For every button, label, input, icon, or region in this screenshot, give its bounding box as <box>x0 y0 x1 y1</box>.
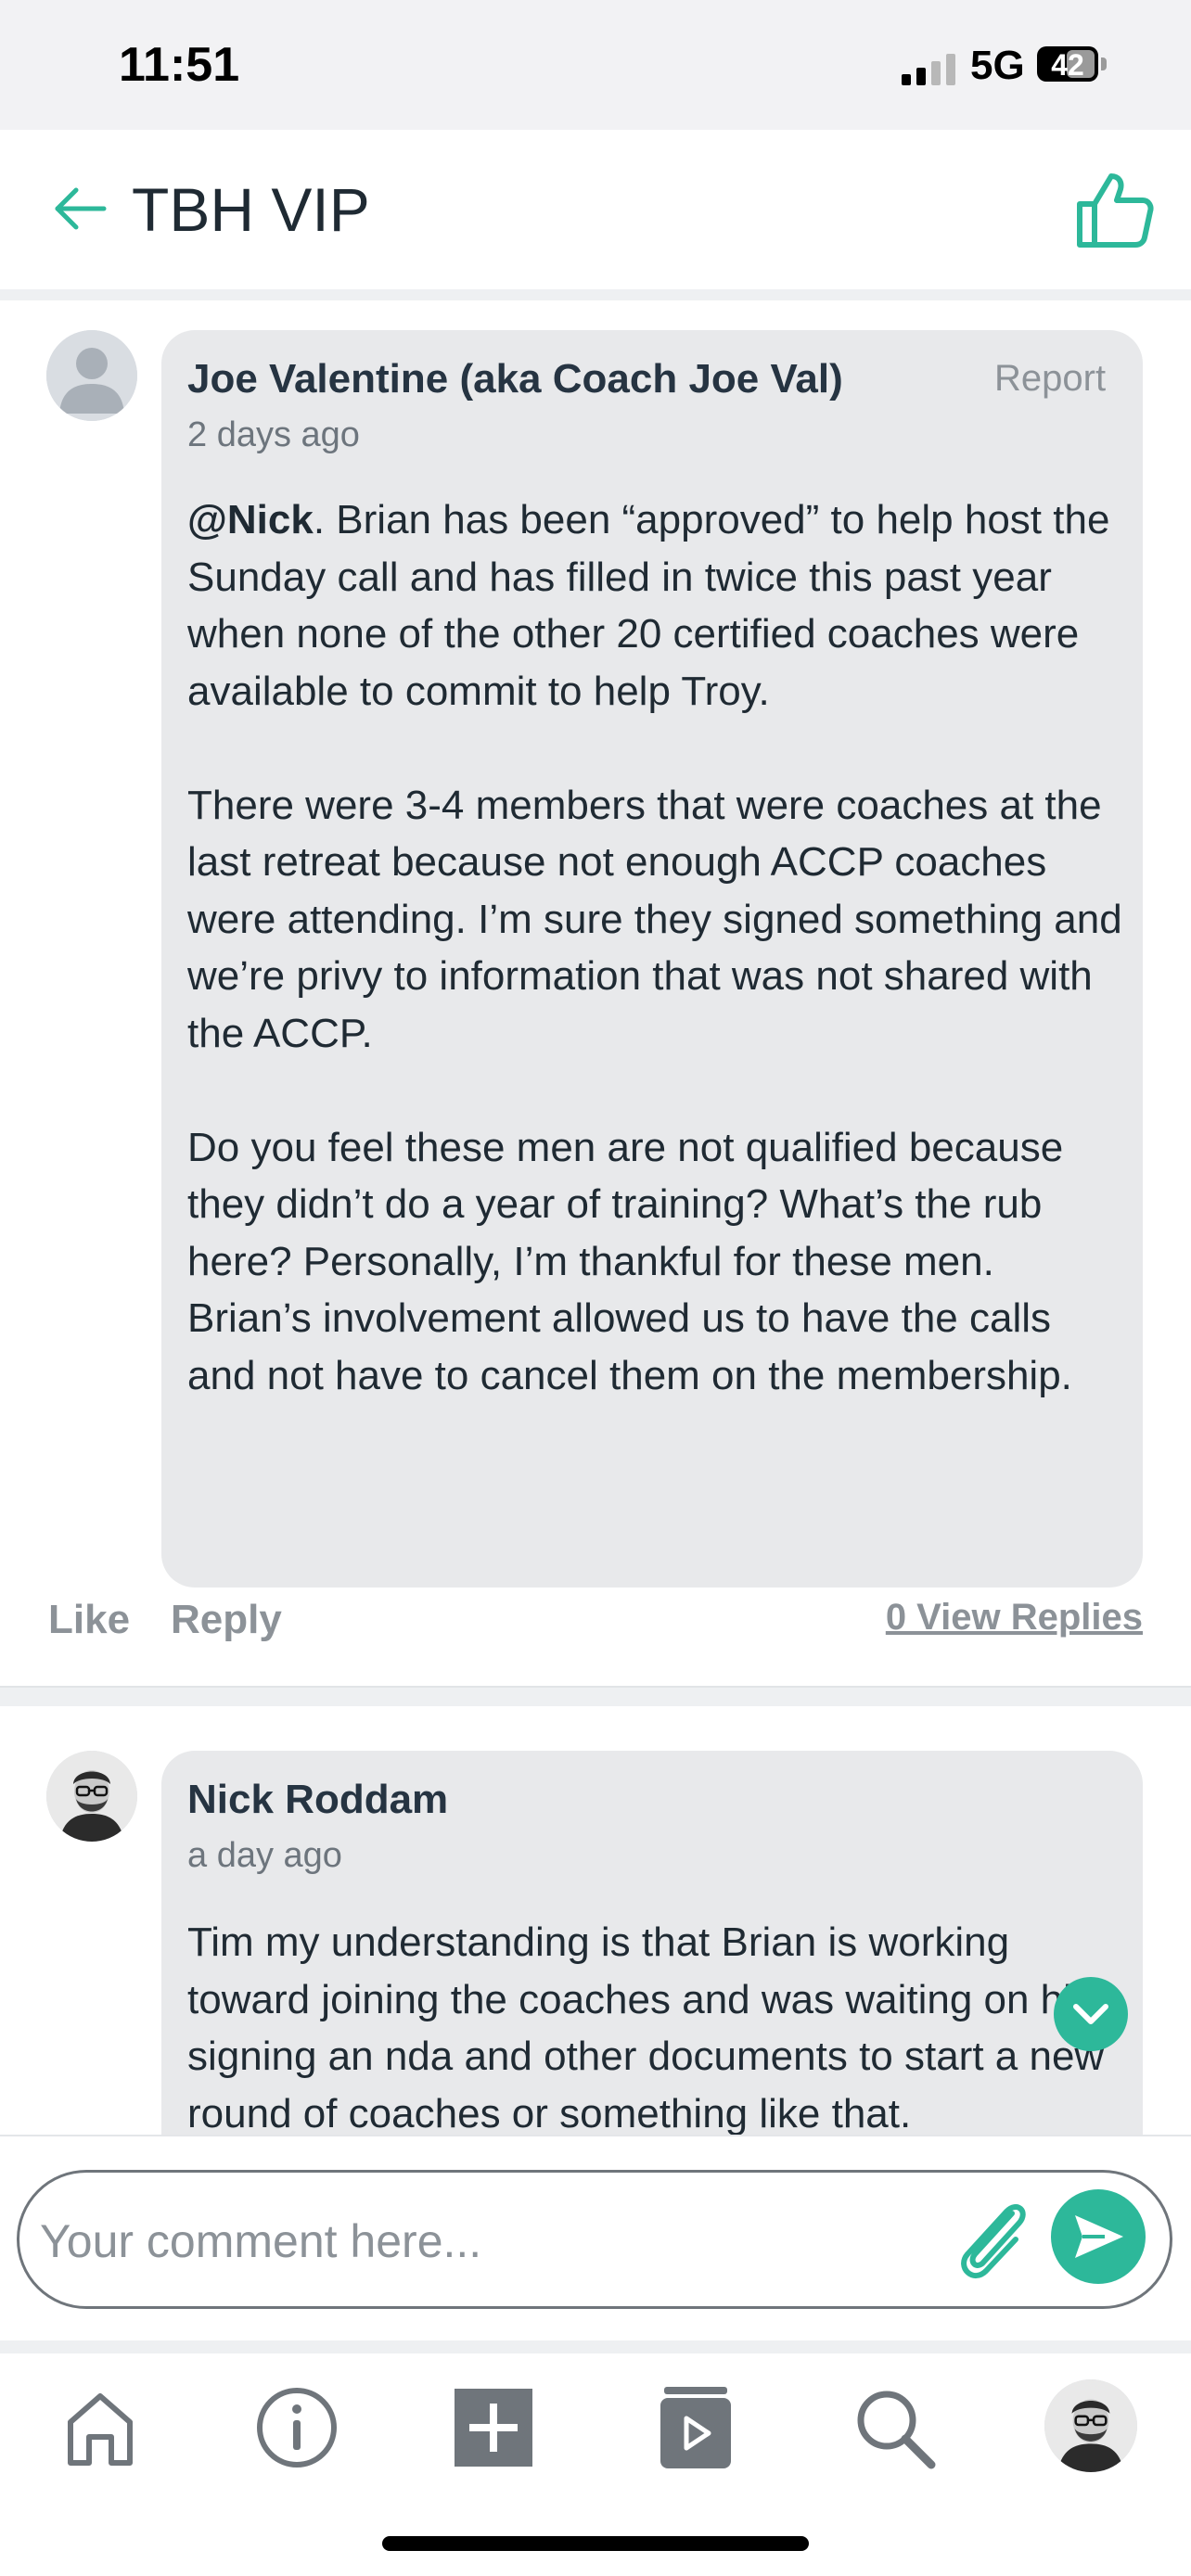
status-bar: 11:51 5G 42 <box>0 0 1191 130</box>
status-time: 11:51 <box>119 38 240 92</box>
header-bar: TBH VIP <box>0 130 1191 289</box>
search-icon[interactable] <box>848 2381 941 2474</box>
home-icon[interactable] <box>54 2381 147 2474</box>
report-link[interactable]: Report <box>994 358 1106 400</box>
composer-box <box>17 2170 1172 2309</box>
chevron-down-icon <box>1073 2004 1108 2024</box>
network-label: 5G <box>970 43 1025 88</box>
scroll-down-button[interactable] <box>1054 1977 1128 2051</box>
send-button[interactable] <box>1051 2189 1146 2284</box>
info-icon[interactable] <box>250 2381 343 2474</box>
like-button[interactable]: Like <box>48 1597 130 1643</box>
user-photo-icon <box>46 1751 137 1842</box>
reply-button[interactable]: Reply <box>171 1597 282 1643</box>
comment-paragraph: @Nick. Brian has been “approved” to help… <box>187 497 1110 714</box>
profile-avatar[interactable] <box>1044 2379 1137 2472</box>
home-indicator <box>382 2536 809 2551</box>
comment-body: Tim my understanding is that Brian is wo… <box>187 1914 1124 2142</box>
battery-level: 42 <box>1051 48 1084 82</box>
no-photo-avatar-icon <box>46 330 137 421</box>
battery-tip <box>1101 57 1107 70</box>
signal-icon <box>902 54 955 85</box>
avatar[interactable] <box>46 1751 137 1842</box>
view-replies-link[interactable]: 0 View Replies <box>886 1597 1143 1639</box>
comment-time: 2 days ago <box>187 415 360 454</box>
avatar[interactable] <box>46 330 137 421</box>
comment-paragraph: Do you feel these men are not qualified … <box>187 1124 1072 1398</box>
comment-paragraph: Tim my understanding is that Brian is wo… <box>187 1919 1107 2136</box>
comment-author[interactable]: Nick Roddam <box>187 1777 448 1823</box>
plus-icon[interactable] <box>447 2381 540 2474</box>
comment-paragraph: There were 3-4 members that were coaches… <box>187 782 1122 1056</box>
comment-body: @Nick. Brian has been “approved” to help… <box>187 491 1124 1404</box>
paperclip-icon[interactable] <box>947 2193 1040 2286</box>
header-divider <box>0 289 1191 300</box>
back-arrow-icon[interactable] <box>52 185 108 232</box>
comment-time: a day ago <box>187 1836 342 1875</box>
mention-link[interactable]: @Nick <box>187 497 314 542</box>
battery-icon: 42 <box>1037 46 1098 82</box>
send-icon <box>1075 2215 1123 2258</box>
comment-divider <box>0 1686 1191 1706</box>
comment-composer <box>0 2135 1191 2353</box>
comments-screen: 11:51 5G 42 TBH VIP Joe Valentine (aka C… <box>0 0 1191 2576</box>
page-title: TBH VIP <box>132 175 370 244</box>
comment-input[interactable] <box>40 2204 930 2278</box>
user-photo-icon <box>1044 2379 1137 2472</box>
thumbs-up-icon[interactable] <box>1076 171 1154 249</box>
play-book-icon[interactable] <box>649 2381 742 2474</box>
comment-author[interactable]: Joe Valentine (aka Coach Joe Val) <box>187 356 843 402</box>
tabbar-divider <box>0 2340 1191 2353</box>
